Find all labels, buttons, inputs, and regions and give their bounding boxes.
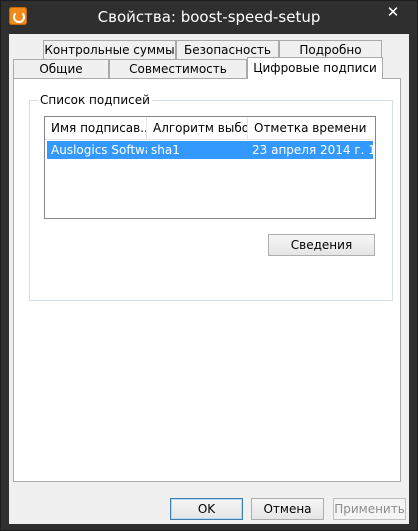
apply-button[interactable]: Применить xyxy=(333,498,406,520)
signature-list-label: Список подписей xyxy=(38,93,152,107)
cancel-button[interactable]: Отмена xyxy=(251,498,324,520)
signature-list[interactable]: Имя подписав... Алгоритм выбо... Отметка… xyxy=(44,116,376,219)
title-bar[interactable]: Свойства: boost-speed-setup ✕ xyxy=(1,1,417,34)
ok-button[interactable]: OK xyxy=(170,498,243,520)
signature-row[interactable]: Auslogics Softwa... sha1 23 апреля 2014 … xyxy=(47,141,373,159)
column-header-timestamp[interactable]: Отметка времени xyxy=(248,117,375,139)
dialog-client-area: Контрольные суммы Безопасность Подробно … xyxy=(9,34,409,524)
details-button[interactable]: Сведения xyxy=(268,234,375,256)
close-button[interactable]: ✕ xyxy=(370,2,416,22)
column-header-digest-algorithm[interactable]: Алгоритм выбо... xyxy=(147,117,248,139)
algorithm-cell: sha1 xyxy=(151,143,180,157)
boost-speed-icon[interactable] xyxy=(9,7,27,25)
tab-checksums[interactable]: Контрольные суммы xyxy=(43,40,176,59)
tab-general[interactable]: Общие xyxy=(13,59,109,78)
list-header: Имя подписав... Алгоритм выбо... Отметка… xyxy=(45,117,375,140)
properties-window: Свойства: boost-speed-setup ✕ Контрольны… xyxy=(0,0,418,531)
tab-digital-signatures[interactable]: Цифровые подписи xyxy=(247,57,383,79)
timestamp-cell: 23 апреля 2014 г. 11... xyxy=(252,143,373,157)
window-title: Свойства: boost-speed-setup xyxy=(97,8,321,26)
column-header-signer-name[interactable]: Имя подписав... xyxy=(45,117,147,139)
signer-name-cell: Auslogics Softwa... xyxy=(51,143,147,157)
tab-compatibility[interactable]: Совместимость xyxy=(109,59,247,78)
